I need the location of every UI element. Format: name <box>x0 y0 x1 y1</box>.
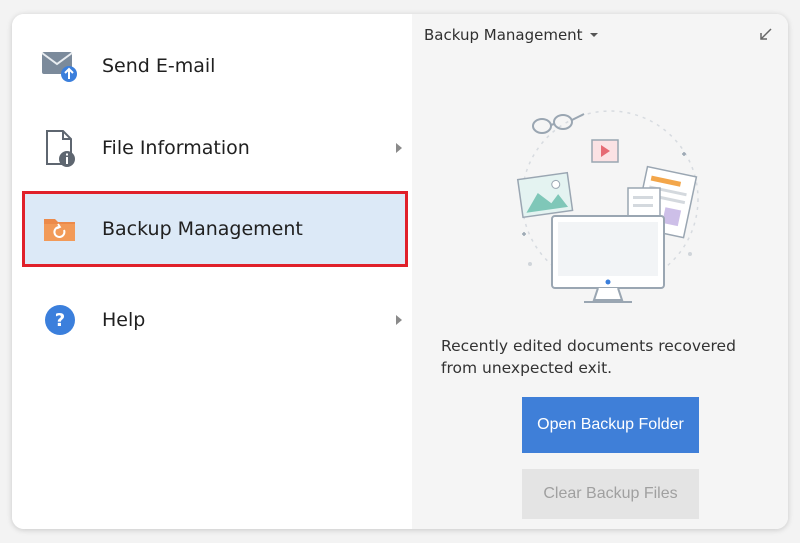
submenu-arrow-icon <box>396 315 402 325</box>
menu-item-label: Help <box>102 309 146 331</box>
panel-title: Backup Management <box>424 26 583 44</box>
open-backup-folder-button[interactable]: Open Backup Folder <box>522 397 699 453</box>
email-upload-icon <box>40 46 80 86</box>
menu-item-help[interactable]: ? Help <box>22 282 408 358</box>
file-info-icon <box>40 128 80 168</box>
panel-title-dropdown[interactable]: Backup Management <box>424 26 598 44</box>
menu-item-label: Backup Management <box>102 218 303 240</box>
help-icon: ? <box>40 300 80 340</box>
menu-item-label: File Information <box>102 137 250 159</box>
backup-window: Send E-mail File Information Backup Mana… <box>12 14 788 529</box>
backup-description: Recently edited documents recovered from… <box>441 337 736 377</box>
submenu-arrow-icon <box>396 143 402 153</box>
backup-illustration <box>500 84 710 314</box>
menu-item-backup-management[interactable]: Backup Management <box>22 191 408 267</box>
backup-folder-icon <box>40 209 80 249</box>
clear-backup-files-button[interactable]: Clear Backup Files <box>522 469 699 519</box>
caret-down-icon <box>589 33 598 37</box>
menu-item-file-information[interactable]: File Information <box>22 110 408 186</box>
svg-text:?: ? <box>55 310 65 331</box>
menu-item-send-email[interactable]: Send E-mail <box>22 28 408 104</box>
left-menu: Send E-mail File Information Backup Mana… <box>12 14 412 529</box>
menu-item-label: Send E-mail <box>102 55 216 77</box>
collapse-arrow-icon[interactable] <box>756 26 774 44</box>
glasses-icon <box>532 113 585 134</box>
backup-panel: Backup Management Recently edited docume… <box>412 14 788 529</box>
